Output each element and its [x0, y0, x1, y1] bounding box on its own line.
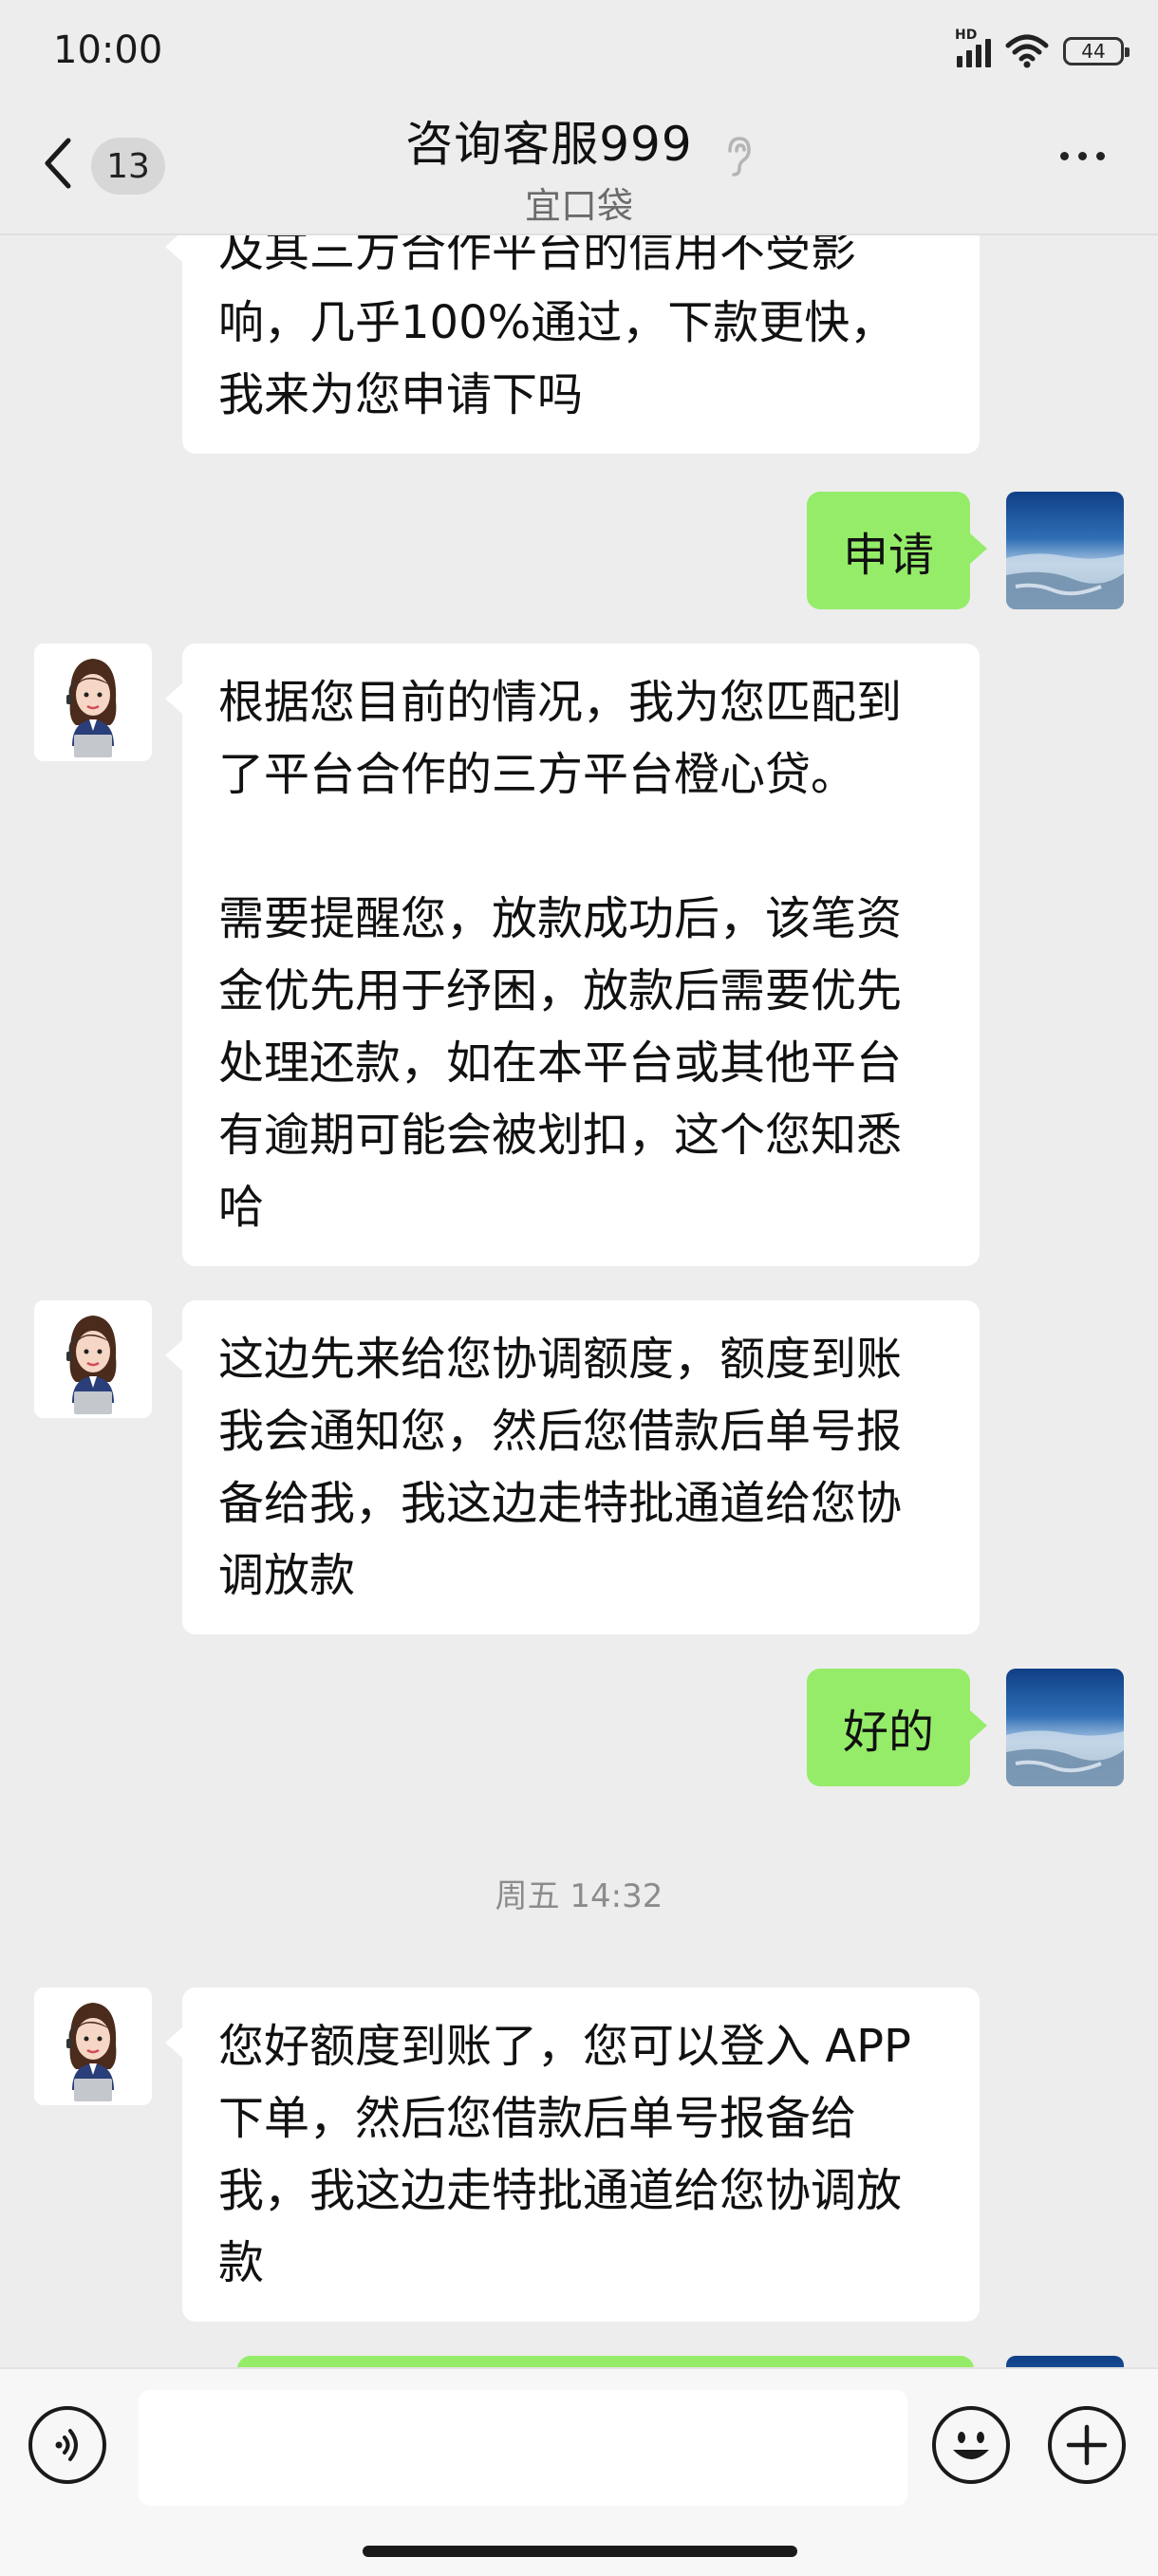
battery-level: 44: [1081, 40, 1106, 63]
more-options-button[interactable]: [1060, 152, 1105, 160]
message-text: 申请: [843, 529, 935, 582]
support-agent-icon: [34, 644, 152, 761]
chat-title-bar: 咨询客服999: [0, 106, 1158, 177]
agent-avatar[interactable]: [34, 1988, 152, 2105]
voice-icon: [55, 2429, 78, 2461]
home-indicator[interactable]: [363, 2546, 797, 2557]
ear-icon: [728, 136, 751, 177]
cellular-signal-icon: HD: [955, 28, 991, 67]
status-time: 10:00: [53, 28, 163, 72]
support-agent-icon: [34, 1988, 152, 2105]
received-message-bubble[interactable]: 这边先来给您协调额度，额度到账 我会通知您，然后您借款后单号报 备给我，我这边走…: [165, 1300, 980, 1634]
voice-input-button[interactable]: [28, 2406, 106, 2484]
agent-avatar[interactable]: [34, 1300, 152, 1418]
network-type-label: HD: [955, 28, 978, 43]
landscape-photo-icon: [1006, 1730, 1124, 1786]
support-agent-icon: [34, 1300, 152, 1418]
user-avatar[interactable]: [1006, 492, 1124, 609]
more-functions-button[interactable]: [1048, 2406, 1126, 2484]
wifi-icon: [1005, 34, 1049, 68]
user-avatar[interactable]: [1006, 1669, 1124, 1786]
message-timestamp: 周五 14:32: [495, 1877, 663, 1915]
status-icons: HD 44: [955, 28, 1130, 68]
received-message-bubble[interactable]: 您好额度到账了，您可以登入 APP 下单，然后您借款后单号报备给 我，我这边走特…: [165, 1988, 980, 2322]
chat-subtitle: 宜口袋: [524, 185, 633, 227]
more-dot-icon: [1096, 152, 1105, 160]
plus-icon: [1066, 2424, 1108, 2466]
more-dot-icon: [1060, 152, 1069, 160]
sent-message-bubble-partial[interactable]: [237, 2356, 974, 2367]
emoji-icon: [953, 2432, 989, 2459]
agent-avatar[interactable]: [34, 644, 152, 761]
message-input[interactable]: [139, 2390, 907, 2506]
sent-message-bubble[interactable]: 申请: [807, 492, 988, 609]
received-message-bubble[interactable]: 及其三方合作平台的信用不受影 响，几乎100%通过，下款更快， 我来为您申请下吗: [165, 235, 980, 454]
chat-message-list[interactable]: 及其三方合作平台的信用不受影 响，几乎100%通过，下款更快， 我来为您申请下吗…: [0, 235, 1158, 2367]
user-avatar[interactable]: [1006, 2356, 1124, 2367]
message-text: 好的: [843, 1706, 935, 1759]
landscape-photo-icon: [1006, 553, 1124, 609]
received-message-bubble[interactable]: 根据您目前的情况，我为您匹配到 了平台合作的三方平台橙心贷。 需要提醒您，放款成…: [165, 644, 980, 1266]
battery-icon: 44: [1063, 37, 1130, 65]
emoji-button[interactable]: [932, 2406, 1010, 2484]
chat-title: 咨询客服999: [405, 117, 693, 172]
sent-message-bubble[interactable]: 好的: [807, 1669, 988, 1786]
more-dot-icon: [1078, 152, 1087, 160]
